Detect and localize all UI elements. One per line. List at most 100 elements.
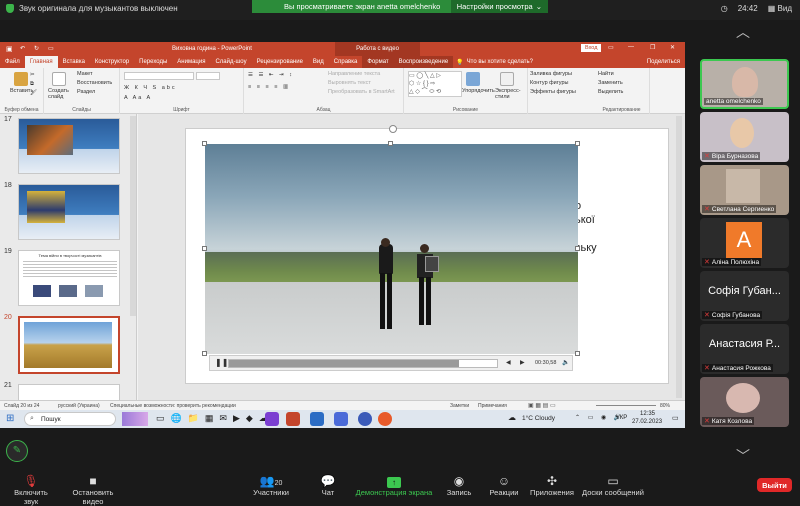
pinned-apps[interactable]: ▭🌐📁▦✉▶◆☁: [156, 413, 274, 424]
participant-tile-sofia[interactable]: Софія Губан... ✕ Софія Губанова: [700, 271, 789, 321]
windows-start-icon[interactable]: ⊞: [6, 413, 14, 424]
close-icon[interactable]: ✕: [670, 44, 675, 51]
tab-format[interactable]: Формат: [362, 56, 394, 68]
tab-design[interactable]: Конструктор: [90, 56, 134, 68]
original-sound-status[interactable]: Звук оригинала для музыкантов выключен: [6, 4, 178, 13]
slide-thumbnail-17[interactable]: [18, 118, 120, 174]
layout-button[interactable]: Макет: [77, 71, 93, 77]
resize-handle[interactable]: [575, 351, 580, 356]
language-status[interactable]: русский (Украина): [58, 403, 100, 409]
tab-review[interactable]: Рецензирование: [252, 56, 308, 68]
view-button[interactable]: ▦ Вид: [768, 4, 792, 13]
view-settings-button[interactable]: Настройки просмотра ⌄: [450, 0, 548, 13]
share-screen-button[interactable]: ↑ Демонстрация экрана: [355, 474, 433, 497]
stop-video-button[interactable]: ■ Остановить видео: [62, 474, 124, 506]
maximize-icon[interactable]: ❐: [650, 44, 655, 51]
participant-tile-svetlana[interactable]: ✕ Светлана Сергиенко: [700, 165, 789, 215]
tab-transitions[interactable]: Переходы: [134, 56, 172, 68]
comments-button[interactable]: Примечания: [478, 403, 507, 409]
save-icon[interactable]: ▣: [6, 45, 13, 53]
app-taskbar-icon[interactable]: [358, 412, 372, 426]
slide-thumbnail-20[interactable]: [18, 316, 120, 374]
whiteboards-button[interactable]: ▭ Доски сообщений: [580, 474, 646, 497]
font-style-buttons[interactable]: Ж К Ч S abc: [124, 85, 177, 91]
resize-handle[interactable]: [202, 246, 207, 251]
slide-thumbnail-18[interactable]: [18, 184, 120, 240]
taskbar-search[interactable]: ⌕ Пошук: [24, 412, 116, 426]
new-slide-icon[interactable]: [52, 72, 66, 86]
font-color-buttons[interactable]: A Aa A: [124, 95, 152, 101]
input-language[interactable]: УКР: [616, 415, 627, 421]
tab-help[interactable]: Справка: [329, 56, 363, 68]
arrange-button[interactable]: Упорядочить: [462, 88, 495, 94]
find-button[interactable]: Найти: [598, 71, 614, 77]
zoom-slider[interactable]: [596, 405, 656, 406]
participant-tile-anastasia[interactable]: Анастасия Р... ✕ Анастасия Рожкова: [700, 324, 789, 374]
notes-button[interactable]: Заметки: [450, 403, 469, 409]
tab-view[interactable]: Вид: [308, 56, 329, 68]
accessibility-status[interactable]: Специальные возможности: проверить реком…: [110, 403, 236, 409]
tab-animation[interactable]: Анимация: [172, 56, 210, 68]
apps-button[interactable]: ✣ Приложения: [529, 474, 575, 497]
chat-button[interactable]: 💬 Чат: [314, 474, 342, 497]
notifications-icon[interactable]: ▭: [672, 414, 679, 422]
signin-button[interactable]: Вход: [581, 44, 602, 52]
tab-home[interactable]: Главная: [24, 56, 58, 68]
cut-icon[interactable]: ✂: [30, 72, 35, 78]
select-button[interactable]: Выделить: [598, 89, 623, 95]
quick-styles-button[interactable]: Экспресс-стили: [495, 88, 525, 100]
redo-icon[interactable]: ↻: [34, 45, 39, 52]
tab-playback[interactable]: Воспроизведение: [393, 56, 454, 68]
shape-fill-button[interactable]: Заливка фигуры: [530, 71, 572, 77]
paste-icon[interactable]: [14, 72, 28, 86]
volume-icon[interactable]: 🔈: [562, 359, 569, 366]
list-buttons[interactable]: ☰ ☰ ⇤ ⇥ ↕: [248, 72, 294, 78]
slide-thumbnail-19[interactable]: Тема війни в творчості музикантів: [18, 250, 120, 306]
copy-icon[interactable]: ⧉: [30, 81, 34, 88]
shape-effects-button[interactable]: Эффекты фигуры: [530, 89, 576, 95]
section-button[interactable]: Раздел: [77, 89, 95, 95]
undo-icon[interactable]: ↶: [20, 45, 25, 52]
slide-thumbnails-pane[interactable]: 17 18 19 Тема війни в творчості музикант…: [0, 114, 137, 404]
shapes-gallery[interactable]: ▭ ◯ ╲ △ ▷ ⬡ ☆ { } ⇨ △ ◇ ⌒ ⬭ ⟲: [408, 71, 462, 97]
create-slide-label[interactable]: Создать слайд: [48, 88, 74, 100]
text-direction-button[interactable]: Направление текста: [328, 71, 380, 77]
app-taskbar-icon[interactable]: [378, 412, 392, 426]
arrange-icon[interactable]: [466, 72, 480, 86]
weather-text[interactable]: 1°C Cloudy: [522, 415, 555, 422]
unmute-button[interactable]: 🎙 Включить звук: [6, 474, 56, 506]
shape-outline-button[interactable]: Контур фигуры: [530, 80, 568, 86]
reset-button[interactable]: Восстановить: [77, 80, 112, 86]
reactions-button[interactable]: ☺ Реакции: [486, 474, 522, 497]
pause-icon[interactable]: ❚❚: [215, 358, 228, 367]
resize-handle[interactable]: [202, 141, 207, 146]
participant-tile-anetta[interactable]: anetta omelchenko: [700, 59, 789, 109]
font-name-field[interactable]: [124, 72, 194, 80]
participant-tile-katya[interactable]: ✕ Катя Козлова: [700, 377, 789, 427]
edit-pencil-icon[interactable]: ✎: [6, 440, 28, 462]
format-painter-icon[interactable]: 🖌: [30, 90, 37, 96]
view-mode-icons[interactable]: ▣ ▦ ▤ ▭: [528, 402, 556, 409]
resize-handle[interactable]: [388, 141, 393, 146]
leave-button[interactable]: Выйти: [757, 478, 792, 492]
thumbnail-scrollbar[interactable]: [130, 116, 136, 316]
quick-styles-icon[interactable]: [500, 72, 514, 86]
zoom-level[interactable]: 80%: [660, 403, 670, 409]
align-buttons[interactable]: ≡ ≡ ≡ ≡ ▥: [248, 84, 290, 90]
rotate-handle-icon[interactable]: [389, 125, 397, 133]
share-button[interactable]: Поделиться: [642, 56, 685, 68]
video-player[interactable]: [205, 144, 578, 354]
app-taskbar-icon[interactable]: [334, 412, 348, 426]
replace-button[interactable]: Заменить: [598, 80, 623, 86]
tab-file[interactable]: Файл: [0, 56, 25, 68]
gallery-down-chevron-icon[interactable]: ﹀: [736, 446, 750, 466]
tell-me-input[interactable]: Что вы хотите сделать?: [467, 56, 538, 68]
participants-button[interactable]: 👥20 Участники: [250, 474, 292, 497]
minimize-icon[interactable]: —: [628, 44, 634, 50]
resize-handle[interactable]: [575, 246, 580, 251]
step-forward-icon[interactable]: ▶: [520, 359, 525, 366]
record-button[interactable]: ◉ Запись: [442, 474, 476, 497]
align-text-button[interactable]: Выровнять текст: [328, 80, 371, 86]
step-back-icon[interactable]: ◀: [506, 359, 511, 366]
gallery-up-chevron-icon[interactable]: ︿: [736, 22, 750, 42]
